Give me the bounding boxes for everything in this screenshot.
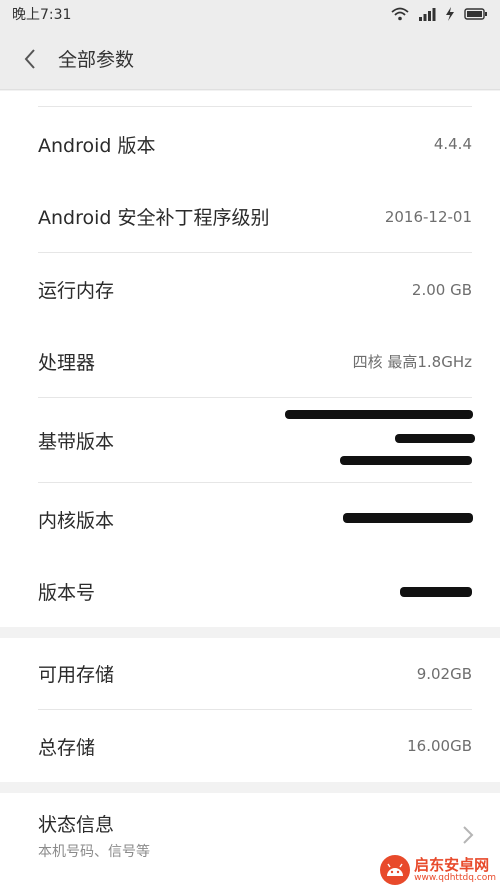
- item-value: 2016-12-01: [384, 207, 472, 226]
- watermark-logo-icon: [380, 855, 411, 885]
- list-item: 总存储 16.00GB: [0, 710, 500, 782]
- chevron-right-icon: [463, 826, 474, 844]
- redaction-mark: [395, 434, 475, 443]
- chevron-left-icon: [24, 48, 35, 69]
- watermark-url: www.qdhttdq.com: [414, 873, 496, 883]
- status-info-subtitle: 本机号码、信号等: [38, 843, 150, 860]
- list-item: Android 版本 4.4.4: [0, 107, 500, 181]
- android-head-icon: [387, 863, 404, 876]
- item-label: 总存储: [38, 736, 96, 759]
- item-label: 基带版本: [38, 430, 115, 453]
- item-value: 4.4.4: [433, 135, 472, 153]
- item-label: 内核版本: [38, 509, 115, 532]
- list-item: Android 安全补丁程序级别 2016-12-01: [0, 181, 500, 252]
- list-item: 处理器 四核 最高1.8GHz: [0, 326, 500, 397]
- status-time: 晚上7:31: [12, 7, 72, 23]
- item-label: Android 安全补丁程序级别: [38, 207, 270, 229]
- signal-icon: [419, 8, 436, 21]
- item-value: 16.00GB: [407, 737, 472, 755]
- item-label: Android 版本: [38, 134, 156, 157]
- battery-icon: [464, 8, 487, 20]
- item-label: 可用存储: [38, 664, 115, 686]
- charging-icon: [446, 7, 454, 21]
- list-item: 可用存储 9.02GB: [0, 638, 500, 709]
- item-label: 版本号: [38, 581, 96, 604]
- item-value: 四核 最高1.8GHz: [352, 353, 472, 371]
- status-info-text: 状态信息 本机号码、信号等: [38, 810, 150, 861]
- watermark-text: 启东安卓网 www.qdhttdq.com: [414, 857, 496, 883]
- list-item: 运行内存 2.00 GB: [0, 253, 500, 326]
- watermark-name: 启东安卓网: [414, 856, 490, 874]
- redaction-mark: [400, 587, 472, 597]
- header: 全部参数: [0, 28, 500, 90]
- item-label: 运行内存: [38, 280, 115, 302]
- item-value: 9.02GB: [416, 664, 472, 683]
- redaction-mark: [285, 410, 473, 419]
- item-value: 2.00 GB: [411, 280, 472, 299]
- page-title: 全部参数: [58, 49, 135, 71]
- redaction-mark: [340, 456, 472, 465]
- wifi-icon: [391, 7, 409, 21]
- item-label: 处理器: [38, 352, 96, 374]
- watermark: 启东安卓网 www.qdhttdq.com: [380, 855, 496, 885]
- back-button[interactable]: [16, 45, 44, 73]
- status-info-title: 状态信息: [38, 813, 115, 836]
- status-bar: 晚上7:31: [0, 0, 500, 28]
- redaction-mark: [343, 513, 473, 523]
- status-icons: [391, 7, 488, 21]
